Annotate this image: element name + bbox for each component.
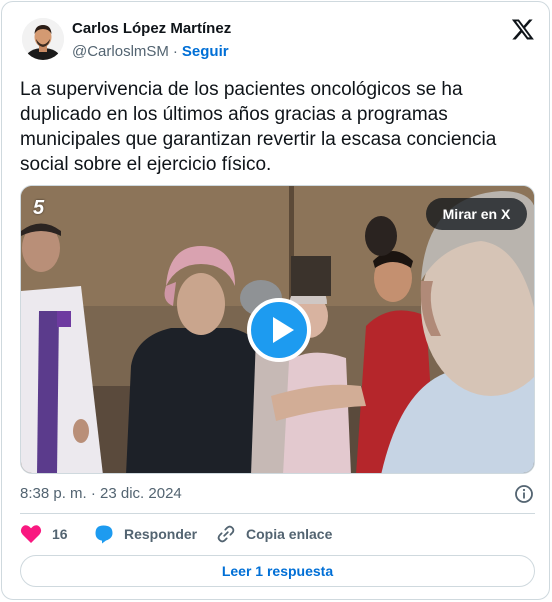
avatar-image: [22, 18, 64, 60]
read-replies-button[interactable]: Leer 1 respuesta: [20, 555, 535, 587]
divider: [20, 513, 535, 514]
reply-button[interactable]: Responder: [94, 519, 197, 549]
author-handle-line: @CarloslmSM · Seguir: [72, 43, 229, 60]
heart-icon: [20, 525, 42, 543]
post-timestamp[interactable]: 8:38 p. m. · 23 dic. 2024: [20, 485, 182, 502]
tweet-text: La supervivencia de los pacientes oncoló…: [20, 79, 497, 175]
handle-separator: ·: [172, 43, 178, 60]
video-media[interactable]: 5 Mirar en X: [20, 185, 535, 474]
info-icon[interactable]: [514, 484, 534, 504]
author-name[interactable]: Carlos López Martínez: [72, 20, 231, 37]
play-icon: [273, 317, 294, 343]
embedded-post-card: Carlos López Martínez @CarloslmSM · Seguir…: [1, 1, 550, 600]
reply-label: Responder: [124, 526, 198, 542]
play-button[interactable]: [247, 298, 311, 362]
reply-bubble-icon: [95, 525, 113, 544]
watch-on-x-button[interactable]: Mirar en X: [426, 198, 527, 230]
copy-link-label: Copia enlace: [246, 526, 333, 542]
follow-button[interactable]: Seguir: [182, 43, 229, 60]
x-logo-icon[interactable]: [511, 17, 535, 41]
like-button[interactable]: 16: [20, 519, 68, 549]
channel-logo: 5: [33, 197, 45, 219]
post-header: Carlos López Martínez @CarloslmSM · Seguir: [2, 2, 549, 72]
avatar[interactable]: [22, 18, 64, 60]
action-bar: 16 Responder Copia enlace: [2, 519, 549, 549]
copy-link-button[interactable]: Copia enlace: [216, 519, 332, 549]
link-icon: [217, 525, 235, 543]
like-count: 16: [52, 526, 68, 542]
author-handle[interactable]: @CarloslmSM: [72, 43, 169, 60]
